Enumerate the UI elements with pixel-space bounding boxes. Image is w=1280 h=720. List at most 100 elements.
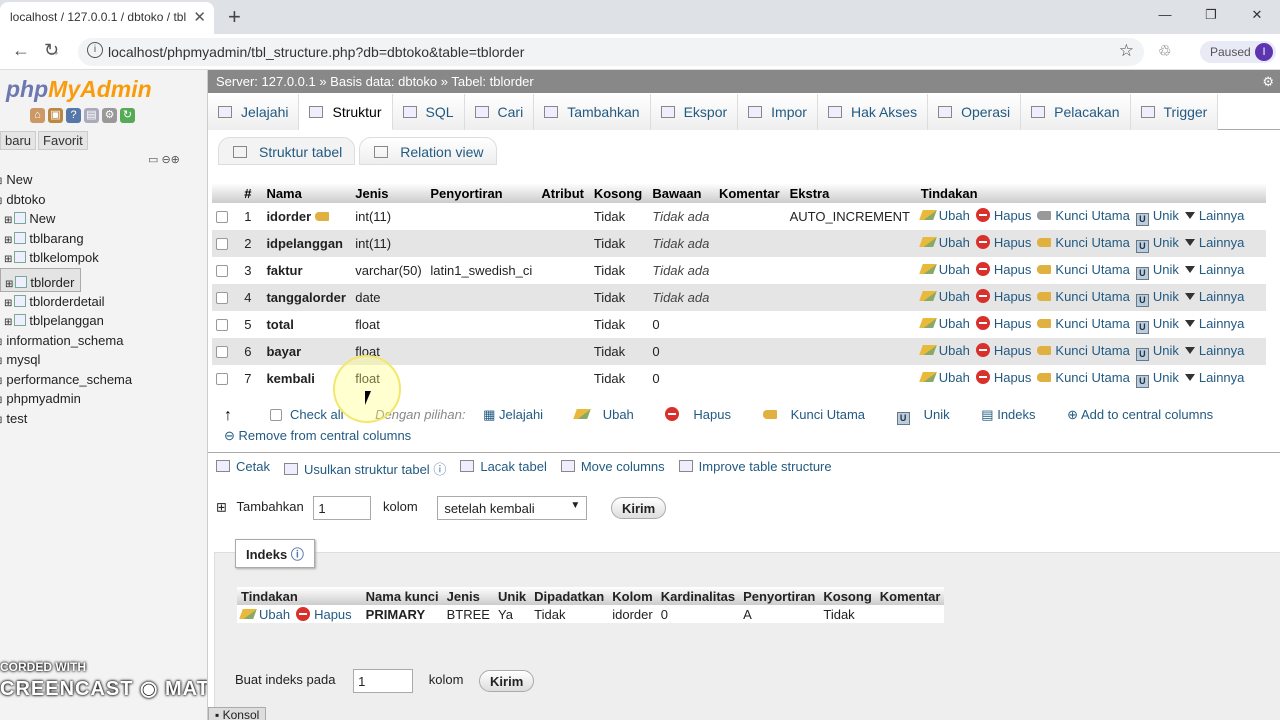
more-dropdown[interactable]: Lainnya [1184, 262, 1244, 277]
edit-button[interactable]: Ubah [918, 235, 970, 250]
bulk-edit-button[interactable]: Ubah [572, 407, 648, 422]
tab-relation-view[interactable]: Relation view [359, 137, 497, 165]
browser-tab[interactable]: localhost / 127.0.0.1 / dbtoko / tbl ✕ [0, 2, 214, 34]
sidebar-item-phpmyadmin[interactable]: ⊞ phpmyadmin [0, 389, 207, 409]
bulk-primary-button[interactable]: Kunci Utama [762, 407, 879, 422]
sidebar-item-tblpelanggan[interactable]: ⊞ tblpelanggan [0, 311, 207, 331]
tab-sql[interactable]: SQL [392, 94, 465, 130]
bookmark-star-icon[interactable]: ☆ [1119, 41, 1134, 61]
drop-button[interactable]: Hapus [975, 315, 1031, 331]
sidebar-item-tblorder[interactable]: ⊞ tblorder [0, 267, 82, 292]
index-drop-button[interactable]: Hapus [296, 606, 352, 622]
primary-key-button[interactable]: Kunci Utama [1037, 289, 1130, 304]
expand-icon[interactable]: ⊞ [0, 196, 2, 207]
row-checkbox[interactable] [216, 319, 228, 331]
settings-gear-icon[interactable]: ⚙ [102, 108, 117, 123]
row-checkbox[interactable] [216, 292, 228, 304]
propose-structure-button[interactable]: Usulkan struktur tabel ⓘ [283, 459, 446, 478]
more-dropdown[interactable]: Lainnya [1184, 316, 1244, 331]
sidebar-item-performance-schema[interactable]: ⊞ performance_schema [0, 370, 207, 390]
improve-structure-button[interactable]: Improve table structure [678, 459, 832, 478]
home-icon[interactable]: ⌂ [30, 108, 45, 123]
primary-key-button[interactable]: Kunci Utama [1037, 343, 1130, 358]
bulk-drop-button[interactable]: Hapus [665, 407, 745, 422]
sidebar-item-tblkelompok[interactable]: ⊞ tblkelompok [0, 248, 207, 268]
bulk-index-button[interactable]: ▤ Indeks [981, 407, 1049, 422]
primary-key-button[interactable]: Kunci Utama [1037, 316, 1130, 331]
drop-button[interactable]: Hapus [975, 234, 1031, 250]
tab-hak-akses[interactable]: Hak Akses [817, 94, 929, 130]
unique-button[interactable]: U Unik [1135, 289, 1179, 307]
expand-icon[interactable]: ⊞ [0, 356, 2, 367]
column-header[interactable]: # [240, 183, 263, 203]
drop-button[interactable]: Hapus [975, 342, 1031, 358]
sidebar-item-test[interactable]: ⊞ test [0, 409, 207, 429]
expand-icon[interactable]: ⊞ [0, 395, 2, 406]
profile-button[interactable]: Paused I [1200, 41, 1276, 63]
create-index-count-input[interactable]: 1 [353, 669, 414, 693]
print-button[interactable]: Cetak [216, 459, 270, 478]
settings-gear-icon[interactable]: ⚙ [1262, 70, 1274, 93]
expand-icon[interactable]: ⊞ [4, 254, 12, 265]
unique-button[interactable]: U Unik [1135, 370, 1179, 388]
edit-button[interactable]: Ubah [918, 208, 970, 223]
expand-icon[interactable]: ⊞ [0, 376, 2, 387]
column-header[interactable]: Atribut [537, 183, 590, 203]
new-tab-button[interactable]: + [228, 4, 241, 30]
primary-key-button[interactable]: Kunci Utama [1037, 208, 1130, 223]
expand-icon[interactable]: ⊞ [0, 176, 2, 187]
help-icon[interactable]: ? [66, 108, 81, 123]
sidebar-item-tblbarang[interactable]: ⊞ tblbarang [0, 229, 207, 249]
unique-button[interactable]: U Unik [1135, 262, 1179, 280]
site-info-icon[interactable]: i [87, 42, 103, 58]
primary-key-button[interactable]: Kunci Utama [1037, 370, 1130, 385]
expand-icon[interactable]: ⊞ [0, 415, 2, 426]
sidebar-item-new[interactable]: ⊞ New [0, 170, 207, 190]
expand-icon[interactable]: ⊞ [5, 279, 13, 290]
expand-icon[interactable]: ⊞ [4, 215, 12, 226]
tab-operasi[interactable]: Operasi [928, 94, 1022, 130]
sidebar-item-information-schema[interactable]: ⊞ information_schema [0, 331, 207, 351]
expand-icon[interactable]: ⊞ [0, 337, 2, 348]
expand-icon[interactable]: ⊞ [4, 298, 12, 309]
breadcrumb-text[interactable]: Server: 127.0.0.1 » Basis data: dbtoko »… [216, 74, 534, 89]
drop-button[interactable]: Hapus [975, 261, 1031, 277]
column-header[interactable]: Komentar [714, 183, 786, 203]
more-dropdown[interactable]: Lainnya [1184, 208, 1244, 223]
sidebar-item-dbtoko[interactable]: ⊞ dbtoko [0, 190, 207, 210]
create-index-submit-button[interactable]: Kirim [479, 670, 535, 692]
unique-button[interactable]: U Unik [1135, 343, 1179, 361]
indexes-legend[interactable]: Indeks ⓘ [235, 539, 315, 568]
add-count-input[interactable]: 1 [313, 496, 372, 520]
phpmyadmin-logo[interactable]: phpMyAdmin [6, 76, 152, 103]
edit-button[interactable]: Ubah [918, 370, 970, 385]
tab-trigger[interactable]: Trigger [1130, 94, 1219, 130]
tab-pelacakan[interactable]: Pelacakan [1021, 94, 1131, 130]
bulk-unique-button[interactable]: U Unik [896, 407, 964, 425]
row-checkbox[interactable] [216, 373, 228, 385]
extension-icon[interactable]: ♲ [1158, 42, 1171, 60]
refresh-icon[interactable]: ↻ [120, 108, 135, 123]
drop-button[interactable]: Hapus [975, 288, 1031, 304]
close-tab-icon[interactable]: ✕ [193, 8, 206, 26]
reload-icon[interactable]: ↻ [44, 40, 59, 61]
tab-impor[interactable]: Impor [738, 94, 818, 130]
cell-name[interactable]: bayar [262, 338, 352, 365]
tab-ekspor[interactable]: Ekspor [650, 94, 739, 130]
more-dropdown[interactable]: Lainnya [1184, 235, 1244, 250]
cell-name[interactable]: idpelanggan [262, 230, 352, 257]
bulk-add-central-button[interactable]: ⊕ Add to central columns [1067, 407, 1227, 422]
sidebar-item-mysql[interactable]: ⊞ mysql [0, 350, 207, 370]
row-checkbox[interactable] [216, 346, 228, 358]
move-columns-button[interactable]: Move columns [560, 459, 665, 478]
unique-button[interactable]: U Unik [1135, 316, 1179, 334]
add-submit-button[interactable]: Kirim [610, 497, 667, 519]
help-icon[interactable]: ⓘ [433, 462, 446, 477]
cell-name[interactable]: total [262, 311, 352, 338]
expand-icon[interactable]: ⊞ [4, 317, 12, 328]
more-dropdown[interactable]: Lainnya [1184, 343, 1244, 358]
cell-name[interactable]: tanggalorder [262, 284, 352, 311]
position-select[interactable]: setelah kembali ▼ [437, 496, 588, 520]
row-checkbox[interactable] [216, 238, 228, 250]
primary-key-button[interactable]: Kunci Utama [1037, 262, 1130, 277]
